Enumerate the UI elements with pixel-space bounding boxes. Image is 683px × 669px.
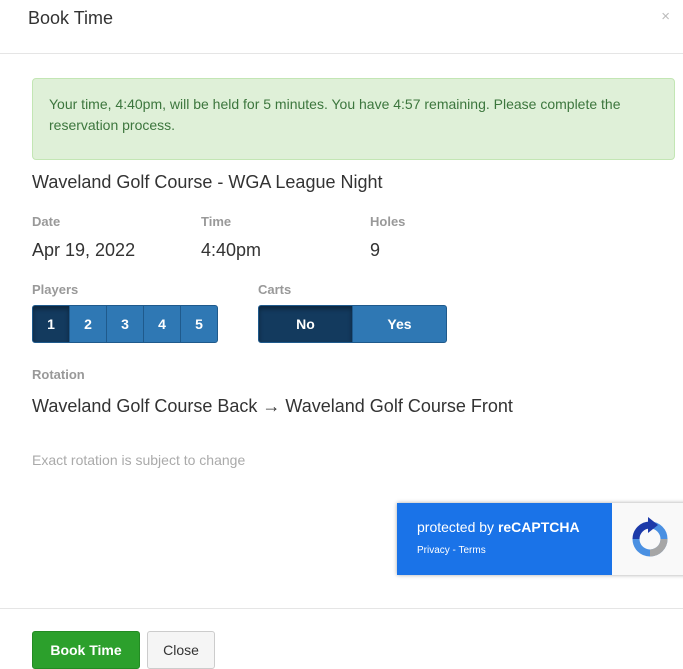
rotation-label: Rotation (32, 367, 85, 382)
hold-time-alert: Your time, 4:40pm, will be held for 5 mi… (32, 78, 675, 160)
recaptcha-text: protected by reCAPTCHA (417, 519, 580, 535)
date-value: Apr 19, 2022 (32, 240, 136, 260)
player-option-1[interactable]: 1 (32, 305, 70, 343)
footer-divider (0, 608, 683, 609)
carts-selector: No Yes (258, 305, 447, 343)
rotation-value: Waveland Golf Course Back → Waveland Gol… (32, 396, 513, 416)
recaptcha-badge[interactable]: protected by reCAPTCHA Privacy - Terms (397, 503, 683, 575)
close-icon[interactable]: × (661, 8, 670, 25)
recaptcha-text-prefix: protected by (417, 519, 498, 535)
recaptcha-logo-area (612, 503, 683, 575)
carts-option-no[interactable]: No (258, 305, 353, 343)
recaptcha-links[interactable]: Privacy - Terms (417, 545, 486, 556)
rotation-note: Exact rotation is subject to change (32, 452, 246, 468)
carts-option-yes[interactable]: Yes (352, 305, 447, 343)
player-option-3[interactable]: 3 (106, 305, 144, 343)
close-button[interactable]: Close (147, 631, 215, 669)
holes-value: 9 (370, 240, 381, 260)
holes-label: Holes (370, 214, 406, 229)
time-label: Time (201, 214, 232, 229)
recaptcha-logo-icon (632, 517, 668, 557)
recaptcha-panel: protected by reCAPTCHA Privacy - Terms (397, 503, 612, 575)
player-option-5[interactable]: 5 (180, 305, 218, 343)
book-time-button[interactable]: Book Time (32, 631, 140, 669)
player-option-2[interactable]: 2 (69, 305, 107, 343)
modal-header: Book Time × (0, 0, 683, 54)
player-option-4[interactable]: 4 (143, 305, 181, 343)
date-label: Date (32, 214, 61, 229)
carts-label: Carts (258, 282, 292, 297)
players-label: Players (32, 282, 79, 297)
players-selector: 1 2 3 4 5 (32, 305, 218, 343)
modal-title: Book Time (28, 8, 114, 28)
event-name: Waveland Golf Course - WGA League Night (32, 172, 383, 192)
recaptcha-brand: reCAPTCHA (497, 519, 580, 535)
time-value: 4:40pm (201, 240, 262, 260)
